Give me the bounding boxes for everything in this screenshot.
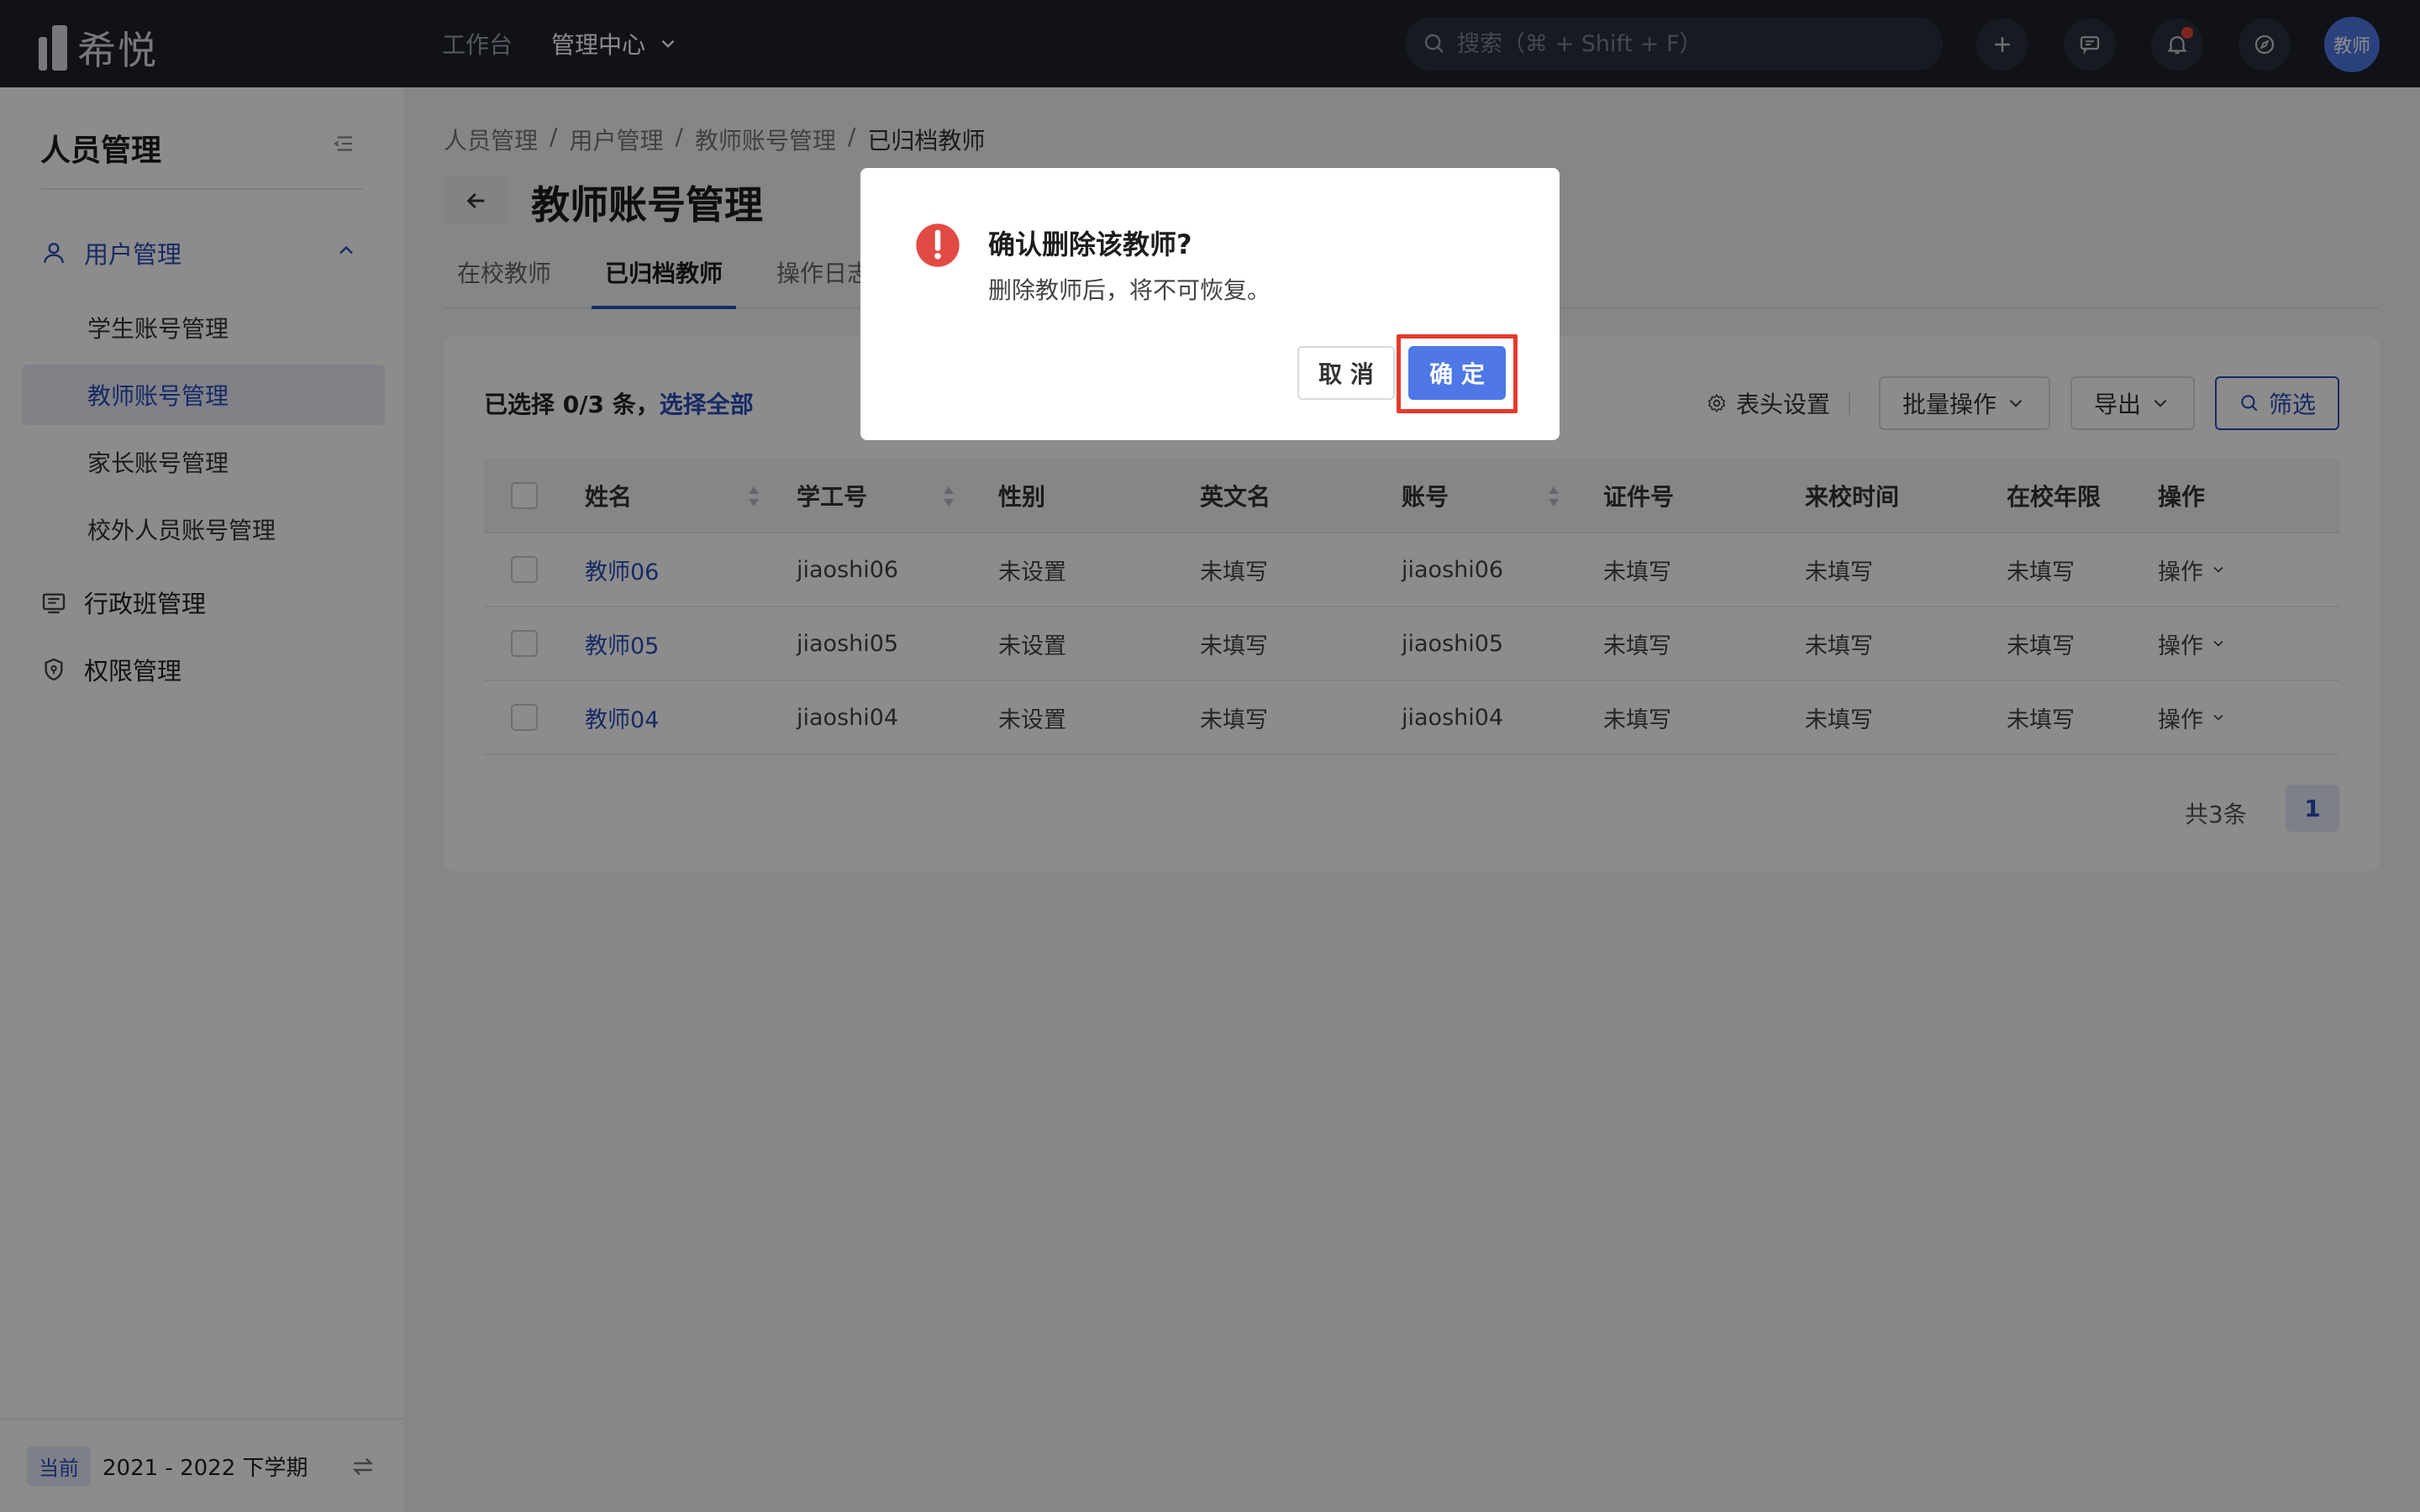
dialog-title: 确认删除该教师? [988, 228, 1192, 260]
highlight-box [1397, 334, 1518, 413]
dialog-description: 删除教师后，将不可恢复。 [988, 276, 1271, 304]
confirm-delete-dialog: 确认删除该教师? 删除教师后，将不可恢复。 取 消 确 定 [860, 168, 1560, 440]
cancel-button[interactable]: 取 消 [1297, 346, 1395, 400]
warning-icon [916, 223, 960, 267]
